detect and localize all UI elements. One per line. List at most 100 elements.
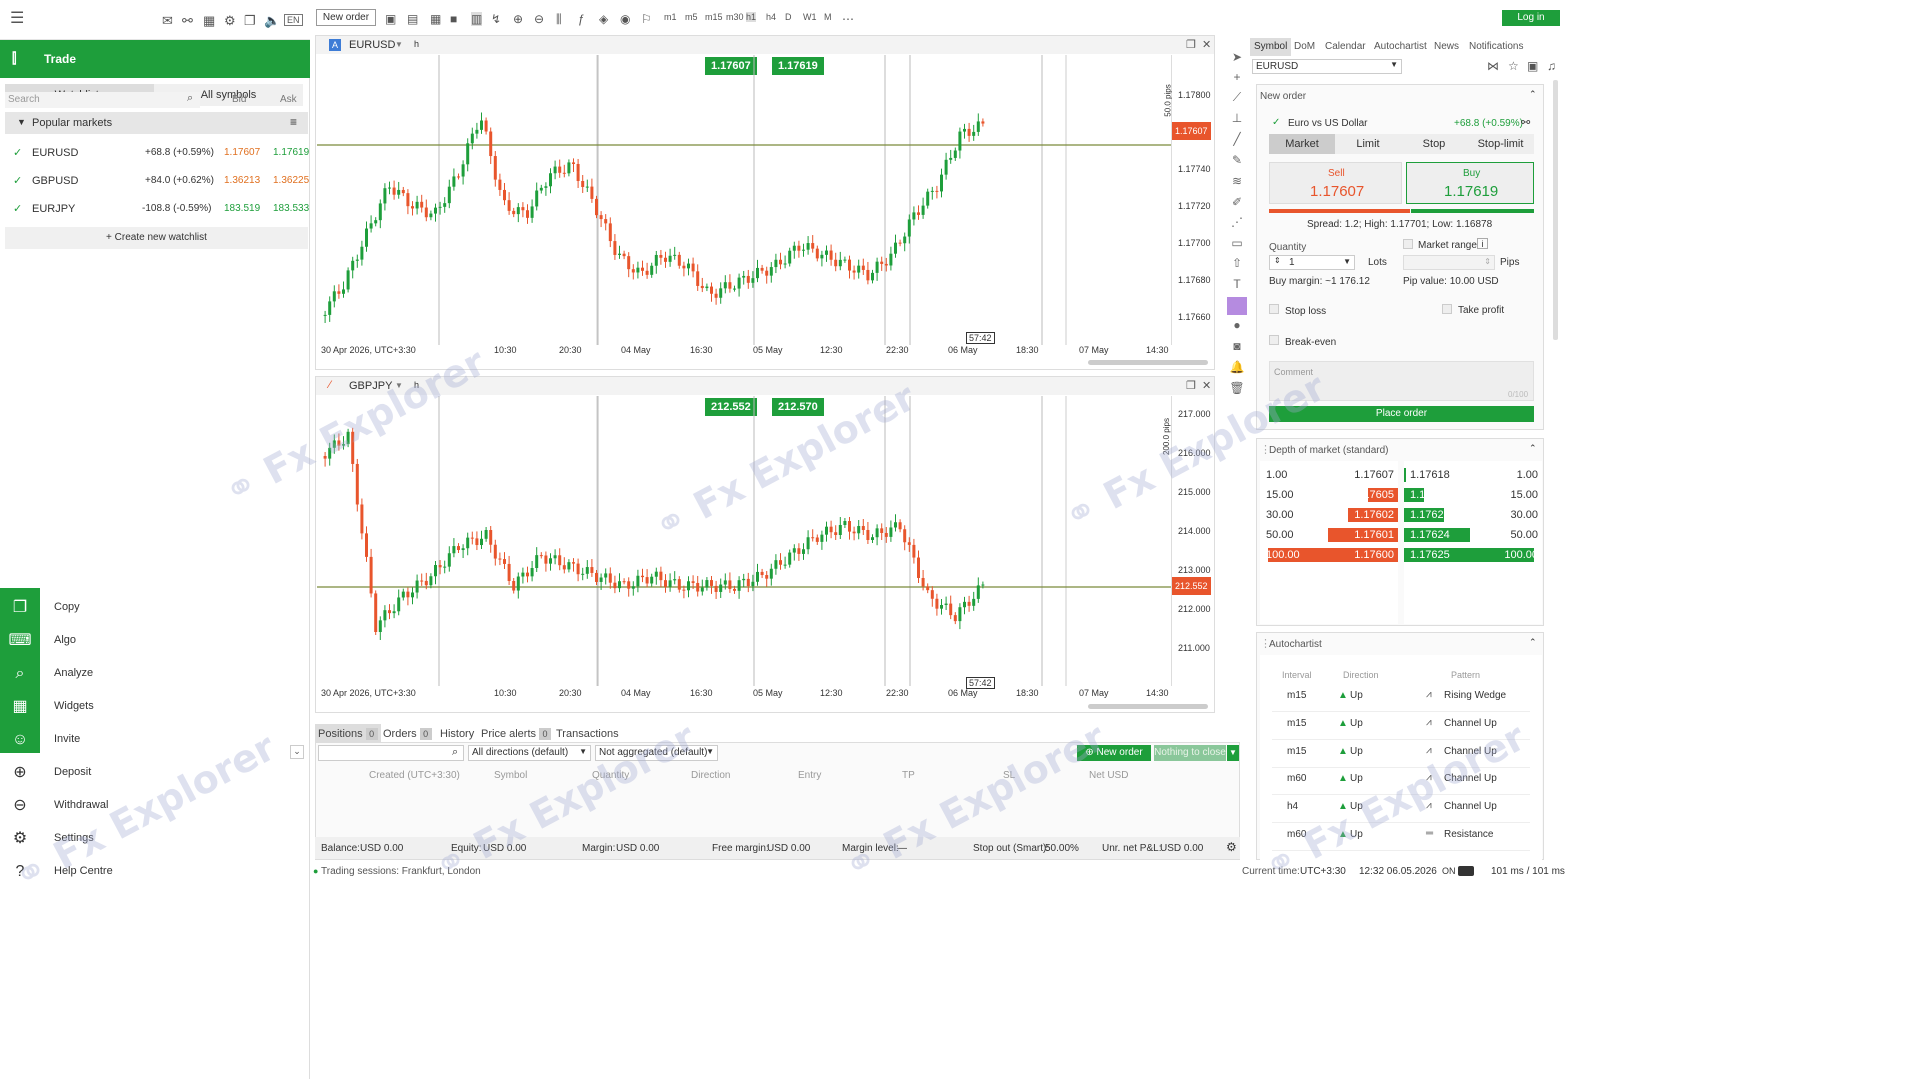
fib-tool-icon[interactable]: ≋	[1227, 174, 1247, 192]
order-type-stop-limit[interactable]: Stop-limit	[1467, 134, 1534, 154]
candle-icon[interactable]: ⫼	[556, 12, 562, 27]
brush-tool-icon[interactable]: ✐	[1227, 195, 1247, 213]
tab-transactions[interactable]: Transactions	[556, 724, 619, 744]
channel-tool-icon[interactable]: ⋰	[1227, 215, 1247, 233]
tab-positions[interactable]: Positions 0	[315, 724, 381, 744]
tf-w1[interactable]: W1	[803, 12, 817, 22]
window-icon[interactable]: ❐	[244, 13, 256, 29]
tf-h1[interactable]: h1	[746, 12, 757, 22]
close-icon[interactable]: ✕	[1202, 38, 1211, 51]
trade-header[interactable]: ⫿ Trade	[0, 40, 310, 78]
tf-m1[interactable]: m1	[664, 12, 677, 22]
chevron-down-icon[interactable]: ▼	[1227, 745, 1239, 761]
dom-ask-row[interactable]: 1.17625 100.00	[1404, 548, 1542, 564]
login-button[interactable]: Log in	[1502, 10, 1560, 26]
break-even-checkbox[interactable]	[1269, 335, 1279, 345]
dom-bid-row[interactable]: 50.00 1.17601	[1260, 528, 1398, 544]
chart-icon[interactable]: ▣	[385, 12, 396, 26]
tab-news[interactable]: News	[1430, 38, 1463, 56]
more-icon[interactable]: ⋯	[842, 12, 854, 26]
rect-tool-icon[interactable]: ▭	[1227, 236, 1247, 254]
trend-tool-icon[interactable]: ╱	[1227, 132, 1247, 150]
quantity-stepper[interactable]: ⇕ 1 ▼	[1269, 255, 1355, 270]
dom-bid-row[interactable]: 15.00 1.17605	[1260, 488, 1398, 504]
layout-icon[interactable]: ▤	[407, 12, 418, 26]
buy-button[interactable]: Buy 1.17619	[1406, 162, 1534, 204]
new-order-button[interactable]: New order	[316, 9, 376, 26]
arrow-tool-icon[interactable]: ⇧	[1227, 256, 1247, 274]
close-icon[interactable]: ✕	[1202, 379, 1211, 392]
range-pips-input[interactable]: ⇕	[1403, 255, 1495, 270]
trash-icon[interactable]: 🗑	[1227, 381, 1247, 399]
dom-ask-row[interactable]: 1.17623 30.00	[1404, 508, 1542, 524]
order-type-market[interactable]: Market	[1269, 134, 1335, 154]
direction-select[interactable]: All directions (default) ▼	[468, 745, 591, 761]
maximize-icon[interactable]: ❐	[1186, 38, 1196, 51]
nothing-to-close-button[interactable]: Nothing to close	[1154, 745, 1226, 761]
tab-symbol[interactable]: Symbol	[1250, 38, 1292, 56]
fx-icon[interactable]: ƒ	[578, 12, 585, 26]
toggle-switch[interactable]	[1458, 866, 1474, 876]
dom-ask-row[interactable]: 1.17624 50.00	[1404, 528, 1542, 544]
layout-split-icon[interactable]: ▥	[471, 12, 483, 26]
chart-tf[interactable]: h	[414, 39, 419, 49]
pen-tool-icon[interactable]: ✎	[1227, 153, 1247, 171]
create-watchlist-button[interactable]: + Create new watchlist	[5, 227, 308, 249]
hline-tool-icon[interactable]: ⊥	[1227, 111, 1247, 129]
search-field[interactable]: Search ⌕	[5, 92, 200, 108]
alert-icon[interactable]: ⚐	[641, 12, 652, 26]
tab-history[interactable]: History	[440, 724, 474, 744]
eye-icon[interactable]: ◉	[620, 12, 630, 26]
order-type-limit[interactable]: Limit	[1335, 134, 1401, 154]
tab-autochartist[interactable]: Autochartist	[1370, 38, 1431, 56]
dom-bid-row[interactable]: 1.00 1.17607	[1260, 468, 1398, 484]
line-tool-icon[interactable]: ⟋	[1227, 90, 1247, 108]
settings-icon[interactable]: ⚙	[224, 13, 236, 29]
dom-ask-row[interactable]: 1.17620 15.00	[1404, 488, 1542, 504]
dom-bid-row[interactable]: 100.00 1.17600	[1260, 548, 1398, 564]
scrollbar[interactable]	[1088, 360, 1208, 365]
autochartist-row[interactable]: m15 ▲ Up ⩘ Rising Wedge	[1272, 685, 1530, 712]
language-icon[interactable]: EN	[284, 14, 303, 26]
crosshair-icon[interactable]: +	[1227, 70, 1247, 88]
color-tool-icon[interactable]	[1227, 297, 1247, 315]
chart-link-icon[interactable]: ▣	[1527, 59, 1538, 73]
tab-orders[interactable]: Orders 0	[383, 724, 432, 744]
mail-icon[interactable]: ✉	[162, 13, 173, 29]
group-popular-markets[interactable]: ▼ Popular markets ≡	[5, 112, 308, 134]
sell-button[interactable]: Sell 1.17607	[1269, 162, 1402, 204]
positions-search[interactable]: ⌕	[318, 745, 464, 761]
bell-icon[interactable]: ♫	[1547, 59, 1556, 73]
tf-d[interactable]: D	[785, 12, 792, 22]
right-scrollbar[interactable]	[1553, 80, 1558, 340]
tf-m5[interactable]: m5	[685, 12, 698, 22]
symbol-select[interactable]: EURUSD ▼	[1252, 59, 1402, 74]
tf-m15[interactable]: m15	[705, 12, 723, 22]
scrollbar[interactable]	[1088, 704, 1208, 709]
tf-m30[interactable]: m30	[726, 12, 744, 22]
market-range-checkbox[interactable]	[1403, 239, 1413, 249]
cursor-icon[interactable]: ➤	[1227, 50, 1247, 68]
grid-icon[interactable]: ▦	[430, 12, 441, 26]
indicator-icon[interactable]: ↯	[491, 12, 501, 26]
star-icon[interactable]: ☆	[1508, 59, 1519, 73]
layers-icon[interactable]: ◈	[599, 12, 608, 26]
menu-icon[interactable]: ☰	[10, 8, 24, 28]
stop-loss-checkbox[interactable]	[1269, 304, 1279, 314]
tf-h4[interactable]: h4	[766, 12, 776, 22]
tab-dom[interactable]: DoM	[1290, 38, 1319, 56]
take-profit-checkbox[interactable]	[1442, 304, 1452, 314]
collapse-icon[interactable]: ⌃	[1529, 637, 1537, 648]
collapse-icon[interactable]: ⌃	[1529, 89, 1537, 100]
dom-bid-row[interactable]: 30.00 1.17602	[1260, 508, 1398, 524]
bell-icon[interactable]: 🔔	[1227, 360, 1247, 378]
calculator-icon[interactable]: ▦	[203, 13, 215, 29]
tab-calendar[interactable]: Calendar	[1321, 38, 1370, 56]
share-icon[interactable]: ⋈	[1487, 59, 1499, 73]
zoom-out-icon[interactable]: ⊖	[534, 12, 544, 26]
layout-full-icon[interactable]: ■	[450, 12, 457, 26]
dom-ask-row[interactable]: 1.17618 1.00	[1404, 468, 1542, 484]
gear-icon[interactable]: ⚙	[1226, 840, 1237, 854]
watchlist-row[interactable]: ✓ EURJPY -108.8 (-0.59%) 183.519 183.533	[5, 193, 309, 225]
order-type-stop[interactable]: Stop	[1401, 134, 1467, 154]
